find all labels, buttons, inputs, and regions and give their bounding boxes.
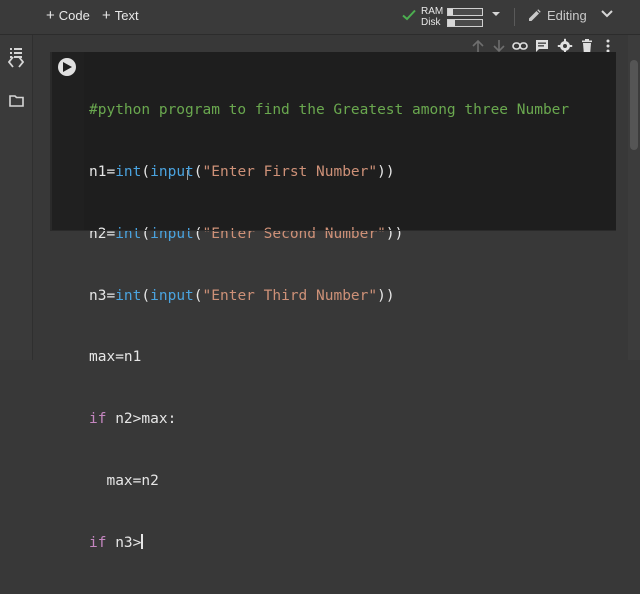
- code-token: n3>: [106, 534, 142, 551]
- disk-usage-bar[interactable]: [447, 19, 483, 27]
- mouse-ibeam-cursor: [187, 170, 188, 180]
- code-keyword: if: [89, 411, 107, 428]
- code-token: (: [141, 287, 151, 304]
- code-token: (: [193, 287, 203, 304]
- code-token: max=n1: [89, 349, 142, 366]
- check-icon: [402, 9, 416, 21]
- code-token: n3=: [89, 287, 116, 304]
- code-keyword: if: [89, 534, 107, 551]
- code-token: n2>max:: [106, 411, 177, 428]
- code-line: max=n2: [89, 471, 609, 492]
- code-line: n3=int(input("Enter Third Number")): [89, 286, 609, 307]
- pencil-icon: [529, 9, 541, 21]
- scrollbar-thumb[interactable]: [630, 60, 638, 150]
- code-token: max=n2: [106, 472, 159, 489]
- disk-label: Disk: [421, 17, 441, 28]
- top-toolbar: + Code + Text RAM Disk Editing: [0, 0, 640, 35]
- code-token: (: [141, 225, 151, 242]
- text-cursor: [141, 533, 143, 549]
- code-token: (: [193, 225, 203, 242]
- folder-icon[interactable]: [9, 94, 24, 107]
- code-token: n1=: [89, 163, 116, 180]
- code-token: int: [115, 163, 142, 180]
- code-line: n1=int(input("Enter First Number")): [89, 162, 609, 183]
- code-string: "Enter Third Number": [202, 287, 378, 304]
- code-token: )): [377, 163, 395, 180]
- ram-usage-bar[interactable]: [447, 8, 483, 16]
- code-token: int: [115, 225, 142, 242]
- toolbar-divider: [514, 8, 515, 26]
- code-line: #python program to find the Greatest amo…: [89, 100, 609, 121]
- code-token: (: [193, 163, 203, 180]
- disk-usage-fill: [448, 20, 456, 26]
- ram-usage-fill: [448, 9, 454, 15]
- left-sidebar: [0, 35, 33, 360]
- code-brackets-icon[interactable]: [8, 55, 24, 69]
- code-line: max=n1: [89, 347, 609, 368]
- add-code-label: Code: [58, 8, 90, 23]
- add-text-label: Text: [114, 8, 139, 23]
- code-string: "Enter First Number": [202, 163, 378, 180]
- code-token: n2=: [89, 225, 116, 242]
- play-icon: [63, 62, 72, 72]
- code-string: "Enter Second Number": [202, 225, 386, 242]
- code-line: if n3>: [89, 533, 609, 554]
- code-token: )): [385, 225, 404, 242]
- chevron-down-icon[interactable]: [600, 9, 614, 19]
- code-token: input: [150, 225, 194, 242]
- code-line: if n2>max:: [89, 409, 609, 430]
- code-cell[interactable]: #python program to find the Greatest amo…: [50, 52, 616, 551]
- caret-down-icon[interactable]: [491, 11, 501, 17]
- code-token: int: [115, 287, 142, 304]
- code-token: )): [377, 287, 395, 304]
- ram-label: RAM: [421, 6, 444, 17]
- plus-icon: +: [46, 7, 55, 24]
- cell-divider: [50, 230, 616, 231]
- code-comment: #python program to find the Greatest amo…: [89, 102, 570, 119]
- cell-gutter: [52, 52, 84, 230]
- editing-label: Editing: [547, 8, 587, 23]
- code-token: (: [141, 163, 151, 180]
- code-line: n2=int(input("Enter Second Number")): [89, 224, 609, 245]
- add-text-button[interactable]: + Text: [102, 7, 139, 25]
- code-editor[interactable]: #python program to find the Greatest amo…: [89, 59, 609, 594]
- editing-mode-button[interactable]: Editing: [528, 8, 587, 24]
- plus-icon: +: [102, 7, 111, 24]
- run-cell-button[interactable]: [58, 58, 76, 76]
- add-code-button[interactable]: + Code: [46, 7, 90, 25]
- code-token: input: [150, 287, 194, 304]
